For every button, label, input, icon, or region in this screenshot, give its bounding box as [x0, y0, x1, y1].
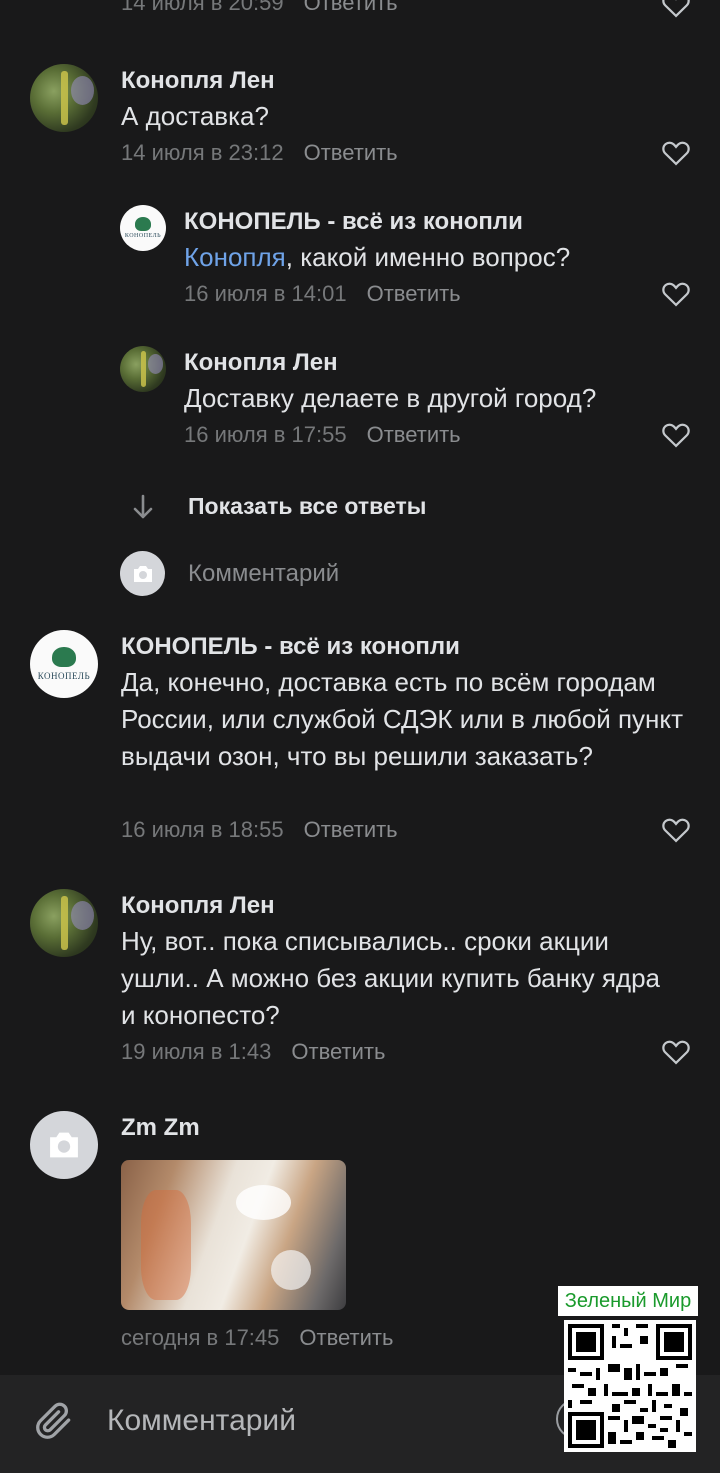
- heart-icon[interactable]: [661, 279, 691, 307]
- comment-meta: 16 июля в 14:01 Ответить: [184, 281, 461, 307]
- avatar[interactable]: [30, 64, 98, 132]
- avatar[interactable]: [120, 346, 166, 392]
- reply-button[interactable]: Ответить: [367, 422, 461, 447]
- user-avatar-placeholder: [120, 551, 165, 596]
- avatar[interactable]: [30, 1111, 98, 1179]
- heart-icon[interactable]: [661, 420, 691, 448]
- heart-icon[interactable]: [661, 1037, 691, 1065]
- comment-time: 16 июля в 14:01: [184, 281, 347, 306]
- comment-time: 19 июля в 1:43: [121, 1039, 272, 1064]
- reply-button[interactable]: Ответить: [299, 1325, 393, 1350]
- camera-icon: [133, 565, 152, 582]
- comment-author[interactable]: Конопля Лен: [121, 67, 275, 95]
- comment-meta: 14 июля в 23:12 Ответить: [121, 140, 398, 166]
- avatar[interactable]: КОНОПЕЛЬ: [120, 205, 166, 251]
- comment-author[interactable]: КОНОПЕЛЬ - всё из конопли: [121, 633, 460, 661]
- comment-meta: 16 июля в 17:55 Ответить: [184, 422, 461, 448]
- comment-meta: 16 июля в 18:55 Ответить: [121, 817, 398, 843]
- reply-button[interactable]: Ответить: [291, 1039, 385, 1064]
- heart-icon[interactable]: [661, 815, 691, 843]
- comment-author[interactable]: Конопля Лен: [121, 892, 275, 920]
- avatar[interactable]: [30, 889, 98, 957]
- comment-time: 14 июля в 23:12: [121, 140, 284, 165]
- comment-text-body: , какой именно вопрос?: [285, 242, 571, 272]
- comment-time: 16 июля в 18:55: [121, 817, 284, 842]
- comment-time: 16 июля в 17:55: [184, 422, 347, 447]
- comment-meta: 19 июля в 1:43 Ответить: [121, 1039, 385, 1065]
- mention-link[interactable]: Конопля: [184, 242, 286, 272]
- comment-meta-top: 14 июля в 20:59 Ответить: [121, 0, 398, 16]
- reply-comment-input[interactable]: Комментарий: [188, 560, 339, 588]
- comment-text: Доставку делаете в другой город?: [184, 383, 597, 413]
- brand-logo-leaf: [135, 216, 151, 231]
- comment-author[interactable]: КОНОПЕЛЬ - всё из конопли: [184, 208, 523, 236]
- reply-button[interactable]: Ответить: [304, 140, 398, 165]
- brand-logo-word: КОНОПЕЛЬ: [124, 233, 162, 240]
- arrow-down-icon[interactable]: [131, 494, 155, 520]
- comment-text: Да, конечно, доставка есть по всём город…: [121, 667, 683, 771]
- attached-photo[interactable]: [121, 1160, 346, 1310]
- comment-meta: сегодня в 17:45 Ответить: [121, 1325, 393, 1351]
- comment-author[interactable]: Конопля Лен: [184, 349, 338, 377]
- show-all-replies-button[interactable]: Показать все ответы: [188, 493, 426, 520]
- comment-time: 14 июля в 20:59: [121, 0, 284, 15]
- comment-input[interactable]: Комментарий: [107, 1404, 296, 1438]
- qr-code: [564, 1320, 696, 1452]
- heart-icon[interactable]: [661, 138, 691, 166]
- comment-text: Конопля, какой именно вопрос?: [184, 239, 704, 276]
- comment-text: Ну, вот.. пока списывались.. сроки акции…: [121, 926, 661, 1030]
- paperclip-icon[interactable]: [32, 1399, 76, 1443]
- camera-icon: [50, 1132, 78, 1158]
- reply-button[interactable]: Ответить: [304, 0, 398, 15]
- comment-author[interactable]: Zm Zm: [121, 1114, 200, 1142]
- heart-icon[interactable]: [661, 0, 691, 18]
- brand-logo-leaf: [52, 646, 76, 668]
- qr-code-pattern: [564, 1320, 696, 1452]
- comment-text: А доставка?: [121, 101, 269, 131]
- avatar[interactable]: КОНОПЕЛЬ: [30, 630, 98, 698]
- brand-logo-word: КОНОПЕЛЬ: [37, 671, 91, 682]
- reply-button[interactable]: Ответить: [367, 281, 461, 306]
- watermark-label: Зеленый Мир: [558, 1286, 698, 1316]
- reply-button[interactable]: Ответить: [304, 817, 398, 842]
- comment-time: сегодня в 17:45: [121, 1325, 280, 1350]
